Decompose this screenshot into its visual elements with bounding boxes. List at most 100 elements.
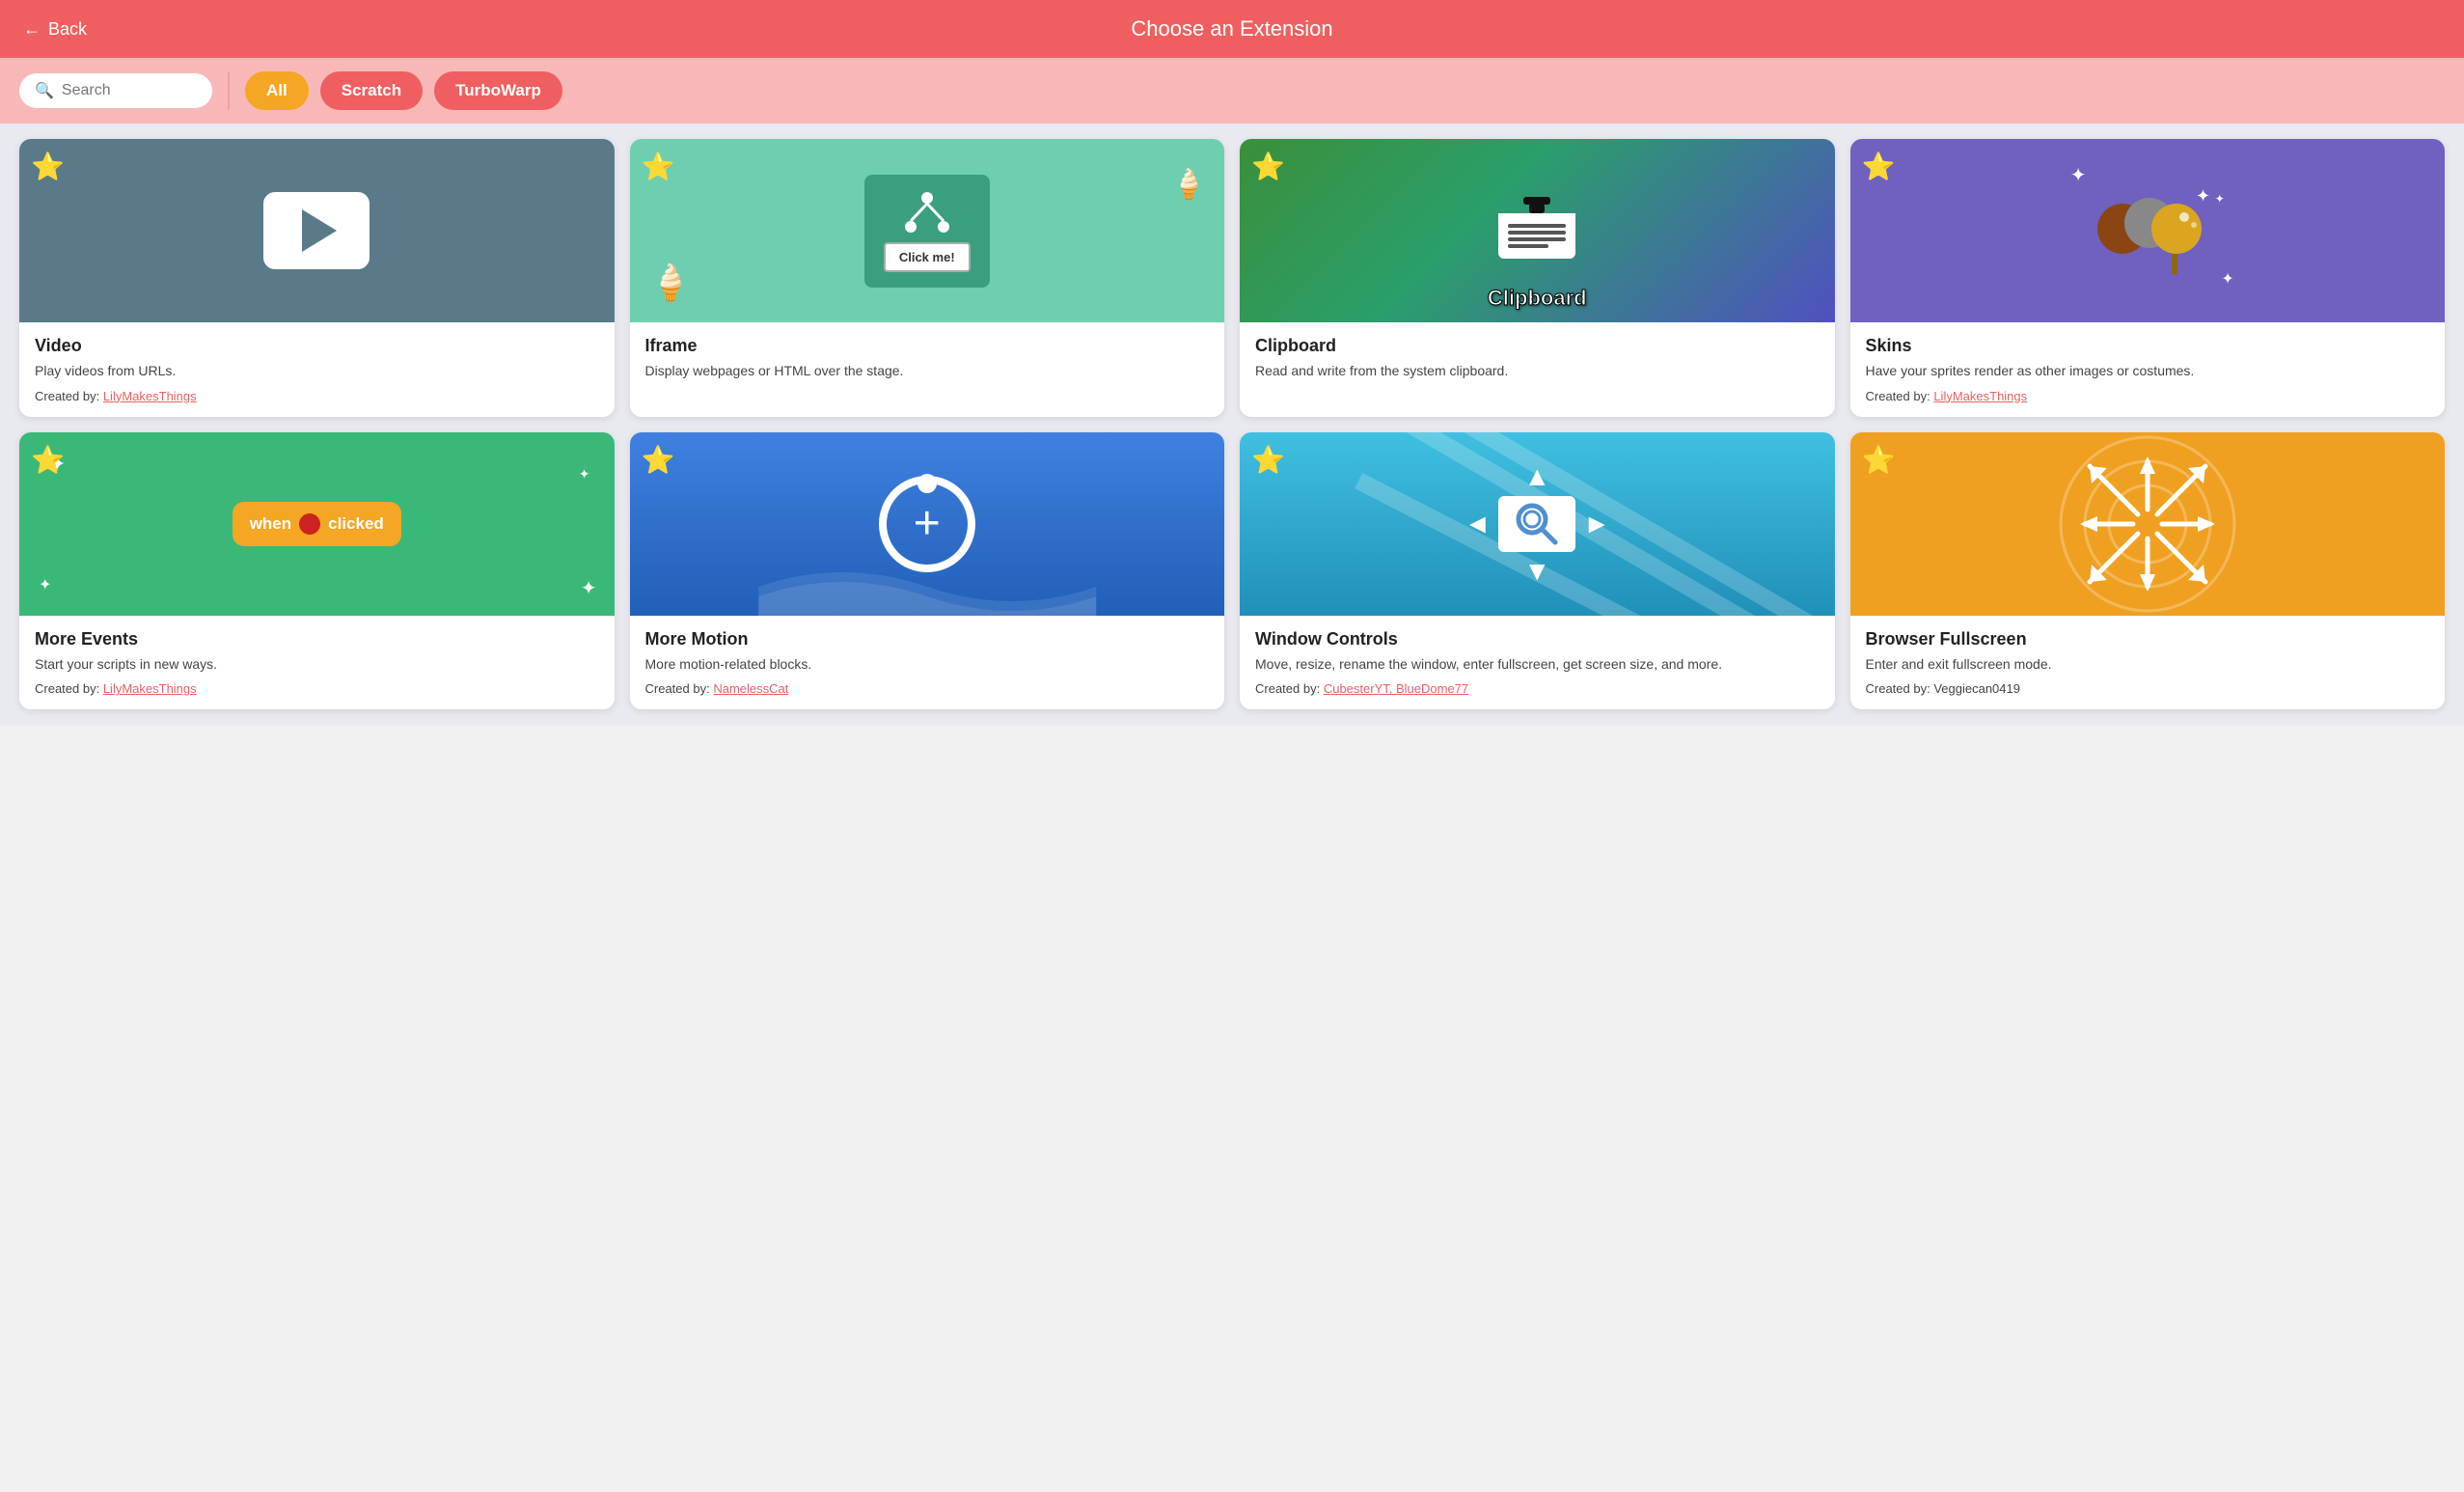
extension-desc: Display webpages or HTML over the stage.	[645, 362, 1210, 381]
extension-info-browser-fullscreen: Browser Fullscreen Enter and exit fullsc…	[1850, 616, 2446, 710]
extension-image-iframe: ⭐ 🍦 🍦 Click me!	[630, 139, 1225, 322]
star-icon: ⭐	[1251, 444, 1285, 476]
search-container: 🔍	[19, 73, 212, 108]
extension-credit: Created by: LilyMakesThings	[35, 681, 599, 696]
clipboard-clip	[1529, 204, 1545, 213]
ice-cream-icon-left: 🍦	[649, 262, 693, 303]
filter-all-button[interactable]: All	[245, 71, 309, 110]
search-input[interactable]	[62, 82, 197, 99]
clip-line	[1508, 224, 1566, 228]
clip-line	[1508, 244, 1548, 248]
extension-info-clipboard: Clipboard Read and write from the system…	[1240, 322, 1835, 402]
extension-image-video: ⭐	[19, 139, 615, 322]
star-icon: ⭐	[1251, 151, 1285, 182]
extension-desc: More motion-related blocks.	[645, 655, 1210, 675]
filter-turbowarp-button[interactable]: TurboWarp	[434, 71, 562, 110]
click-me-button: Click me!	[884, 242, 971, 272]
extension-desc: Play videos from URLs.	[35, 362, 599, 381]
extension-image-more-events: ⭐ ✦ ✦ ✦ ✦ when clicked	[19, 432, 615, 616]
extension-image-window-controls: ⭐ ▲ ◄	[1240, 432, 1835, 616]
star-icon: ⭐	[1862, 444, 1896, 476]
extension-info-more-events: More Events Start your scripts in new wa…	[19, 616, 615, 710]
extension-info-window-controls: Window Controls Move, resize, rename the…	[1240, 616, 1835, 710]
play-triangle	[302, 209, 337, 252]
credit-name: Veggiecan0419	[1933, 681, 2020, 696]
video-play-icon	[263, 192, 370, 269]
arrow-right-icon: ►	[1583, 509, 1610, 539]
sparkle-icon-2: ✦	[2221, 269, 2233, 289]
extension-card-window-controls[interactable]: ⭐ ▲ ◄	[1240, 432, 1835, 710]
star-icon: ⭐	[642, 151, 675, 182]
star-icon: ⭐	[31, 444, 65, 476]
clipboard-icon-group	[1498, 204, 1575, 259]
motion-dot	[917, 474, 937, 493]
extension-credit: Created by: NamelessCat	[645, 681, 1210, 696]
filter-divider	[228, 71, 230, 110]
extension-desc: Start your scripts in new ways.	[35, 655, 599, 675]
header: ← Back Choose an Extension	[0, 0, 2464, 58]
sparkle-br: ✦	[581, 576, 597, 600]
credit-link[interactable]: LilyMakesThings	[103, 681, 197, 696]
extension-info-more-motion: More Motion More motion-related blocks. …	[630, 616, 1225, 710]
sparkle-bl: ✦	[39, 575, 51, 594]
extension-name: Skins	[1866, 336, 2430, 356]
motion-plus-icon: +	[914, 501, 941, 547]
extension-card-iframe[interactable]: ⭐ 🍦 🍦 Click me! Iframe Display webpages …	[630, 139, 1225, 417]
skins-candy-group: ✦ ✦ ✦ ✦	[2080, 182, 2215, 279]
window-middle-row: ◄ ►	[1465, 496, 1610, 552]
extension-desc: Read and write from the system clipboard…	[1255, 362, 1820, 381]
credit-link[interactable]: CubesterYT, BlueDome77	[1324, 681, 1468, 696]
extension-name: Browser Fullscreen	[1866, 629, 2430, 649]
red-dot	[299, 513, 320, 535]
extension-credit: Created by: LilyMakesThings	[1866, 389, 2430, 403]
extension-name: Video	[35, 336, 599, 356]
extension-image-browser-fullscreen: ⭐	[1850, 432, 2446, 616]
extension-image-clipboard: ⭐ Clipboard	[1240, 139, 1835, 322]
clicked-text: clicked	[328, 514, 384, 534]
extension-grid: ⭐ Video Play videos from URLs. Created b…	[0, 124, 2464, 725]
when-text: when	[250, 514, 291, 534]
extension-desc: Have your sprites render as other images…	[1866, 362, 2430, 381]
credit-link[interactable]: LilyMakesThings	[1933, 389, 2027, 403]
extension-name: More Events	[35, 629, 599, 649]
arrow-left-icon: ◄	[1465, 509, 1492, 539]
extension-image-more-motion: ⭐ +	[630, 432, 1225, 616]
extension-card-clipboard[interactable]: ⭐ Clipboard Clipboard Read and write fro…	[1240, 139, 1835, 417]
extension-card-more-events[interactable]: ⭐ ✦ ✦ ✦ ✦ when clicked More Events Start…	[19, 432, 615, 710]
clipboard-title-overlay: Clipboard	[1488, 286, 1587, 311]
star-icon: ⭐	[1862, 151, 1896, 182]
filter-scratch-button[interactable]: Scratch	[320, 71, 423, 110]
candy-svg: ✦	[2080, 182, 2215, 279]
search-icon: 🔍	[35, 81, 54, 100]
window-arrows-group: ▲ ◄ ► ▼	[1465, 461, 1610, 587]
extension-card-more-motion[interactable]: ⭐ + More Motion More motion-related bloc…	[630, 432, 1225, 710]
credit-link[interactable]: NamelessCat	[713, 681, 788, 696]
clip-line	[1508, 231, 1566, 235]
sparkle-icon-3: ✦	[2215, 192, 2225, 206]
when-clicked-block: when clicked	[233, 502, 401, 546]
magnifier-icon	[1513, 500, 1561, 548]
sparkle-tr: ✦	[579, 466, 590, 483]
concentric-svg	[2051, 432, 2244, 616]
extension-card-browser-fullscreen[interactable]: ⭐	[1850, 432, 2446, 710]
extension-credit: Created by: LilyMakesThings	[35, 389, 599, 403]
clipboard-clip-top	[1523, 197, 1550, 205]
extension-image-skins: ⭐ ✦ ✦ ✦	[1850, 139, 2446, 322]
filter-bar: 🔍 All Scratch TurboWarp	[0, 58, 2464, 124]
ice-cream-icon-right: 🍦	[1171, 168, 1207, 202]
back-label: Back	[48, 19, 87, 40]
clipboard-body	[1498, 213, 1575, 259]
star-icon: ⭐	[642, 444, 675, 476]
extension-name: Iframe	[645, 336, 1210, 356]
extension-card-video[interactable]: ⭐ Video Play videos from URLs. Created b…	[19, 139, 615, 417]
extension-credit: Created by: Veggiecan0419	[1866, 681, 2430, 696]
extension-card-skins[interactable]: ⭐ ✦ ✦ ✦	[1850, 139, 2446, 417]
svg-text:✦: ✦	[2196, 186, 2210, 206]
credit-link[interactable]: LilyMakesThings	[103, 389, 197, 403]
clip-line	[1508, 237, 1566, 241]
extension-desc: Enter and exit fullscreen mode.	[1866, 655, 2430, 675]
motion-circle-icon: +	[879, 476, 975, 572]
back-arrow-icon: ←	[23, 19, 41, 40]
back-button[interactable]: ← Back	[23, 19, 87, 40]
star-icon: ⭐	[31, 151, 65, 182]
